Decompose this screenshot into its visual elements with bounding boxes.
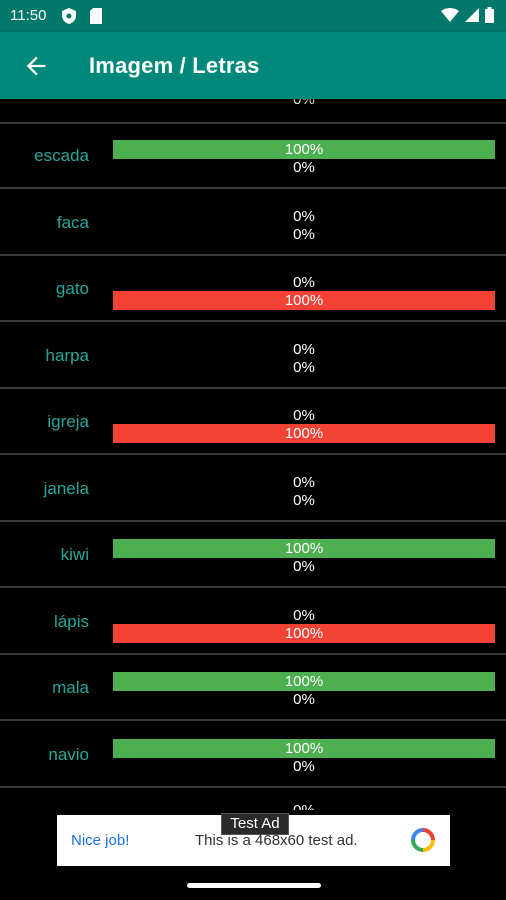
- word-label: faca: [56, 212, 89, 232]
- list-item: kiwi 100% 0%: [0, 522, 506, 588]
- list-item: gato 0% 100%: [0, 256, 506, 322]
- percent-bar-top: 0%: [293, 340, 315, 358]
- list-item: igreja 0% 100%: [0, 389, 506, 455]
- word-label: navio: [48, 744, 89, 764]
- word-label: mala: [52, 678, 89, 697]
- percent-value: 0%: [293, 99, 315, 108]
- word-label: gato: [55, 279, 89, 298]
- list-item: 0%: [0, 99, 506, 124]
- shield-icon: [62, 8, 76, 29]
- word-label: janela: [43, 478, 89, 498]
- results-list[interactable]: 0% escada 100% 0% faca 0% 0% gato 0% 100% harpa 0%…: [0, 99, 506, 810]
- percent-bar-bottom: 0%: [293, 159, 315, 176]
- list-item: escada 100% 0%: [0, 123, 506, 189]
- percent-bar-top: 100%: [113, 140, 495, 159]
- signal-icon: [465, 8, 479, 27]
- list-item: 0%: [0, 788, 506, 810]
- percent-bar-bottom: 0%: [293, 491, 315, 509]
- percent-bar-bottom: 0%: [293, 358, 315, 376]
- percent-bar-bottom: 0%: [293, 757, 315, 775]
- word-label: harpa: [45, 345, 89, 365]
- percent-bar-bottom: 0%: [293, 225, 315, 243]
- list-item: mala 100% 0%: [0, 655, 506, 721]
- percent-bar-top: 100%: [113, 738, 495, 758]
- percent-bar-top: 0%: [293, 407, 315, 424]
- percent-bar-top: 0%: [293, 207, 315, 225]
- gesture-nav-handle[interactable]: [187, 883, 321, 888]
- status-time: 11:50: [10, 7, 47, 24]
- percent-bar-bottom: 0%: [293, 691, 315, 708]
- status-bar: 11:50: [0, 0, 506, 32]
- percent-bar-top: 0%: [293, 274, 315, 291]
- percent-bar-top: 100%: [113, 539, 495, 558]
- percent-bar-bottom: 100%: [113, 291, 495, 310]
- status-icons: [441, 7, 494, 28]
- percent-bar-top: 0%: [293, 606, 315, 624]
- ad-cta-text[interactable]: Nice job!: [71, 832, 129, 849]
- percent-value: 0%: [113, 802, 495, 810]
- percent-bar-bottom: 100%: [113, 424, 495, 443]
- word-label: igreja: [47, 412, 89, 431]
- back-arrow-icon[interactable]: [22, 52, 50, 80]
- list-item: lápis 0% 100%: [0, 589, 506, 655]
- app-bar: Imagem / Letras: [0, 32, 506, 99]
- list-item: janela 0% 0%: [0, 456, 506, 522]
- percent-bar-bottom: 0%: [293, 558, 315, 575]
- page-title: Imagem / Letras: [89, 53, 260, 78]
- list-item: navio 100% 0%: [0, 722, 506, 788]
- list-item: harpa 0% 0%: [0, 323, 506, 389]
- percent-bar-bottom: 100%: [113, 623, 495, 643]
- ad-logo-icon: [410, 827, 436, 858]
- test-ad-badge: Test Ad: [221, 813, 289, 835]
- battery-icon: [485, 7, 494, 28]
- percent-bar-top: 0%: [293, 473, 315, 491]
- word-label: lápis: [54, 611, 89, 631]
- sd-card-icon: [90, 8, 102, 29]
- word-label: escada: [34, 146, 89, 165]
- list-item: faca 0% 0%: [0, 190, 506, 256]
- word-label: kiwi: [60, 545, 89, 564]
- percent-bar-top: 100%: [113, 672, 495, 691]
- wifi-icon: [441, 8, 459, 27]
